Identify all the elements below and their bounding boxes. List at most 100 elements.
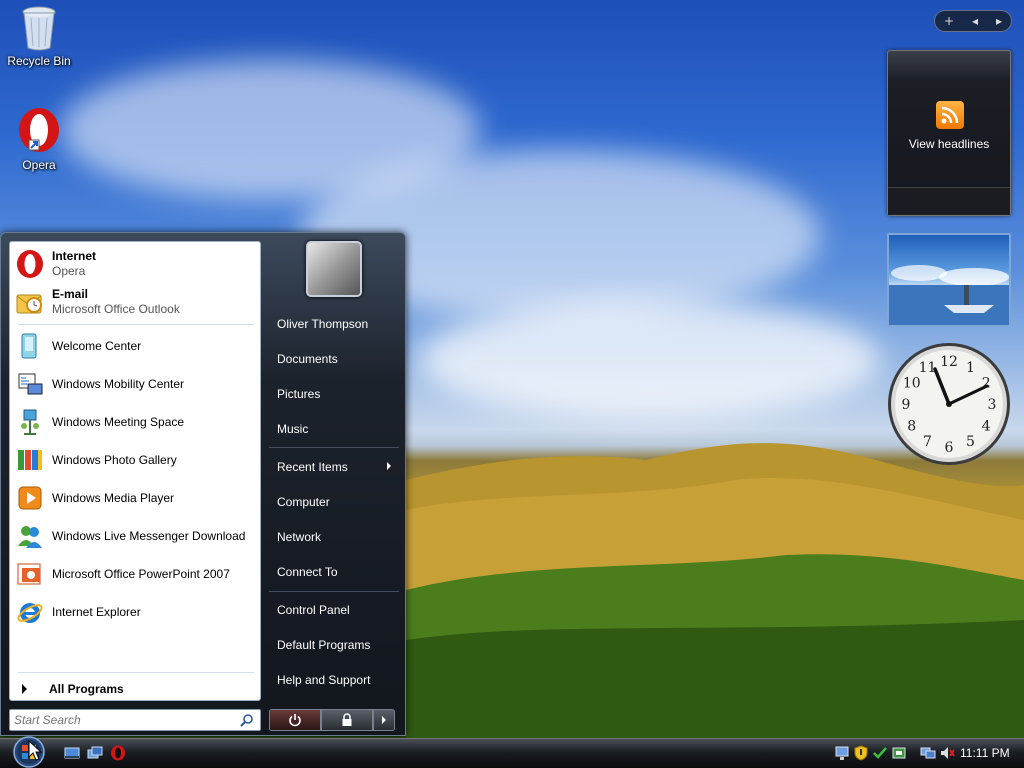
taskbar-clock[interactable]: 11:11 PM xyxy=(960,746,1010,760)
place-label: Music xyxy=(277,422,309,436)
place-network[interactable]: Network xyxy=(269,522,399,552)
pinned-email-title: E-mail xyxy=(52,287,89,301)
place-label: Pictures xyxy=(277,387,321,401)
security-icon[interactable] xyxy=(853,745,869,761)
landscape-hills xyxy=(406,443,1024,740)
place-computer[interactable]: Computer xyxy=(269,487,399,517)
program-mobility-center[interactable]: Windows Mobility Center xyxy=(14,366,258,402)
update-icon[interactable] xyxy=(891,745,907,761)
add-gadget-button[interactable]: + xyxy=(944,14,954,28)
place-label: Control Panel xyxy=(277,603,350,617)
place-label: Help and Support xyxy=(277,673,371,687)
places-separator xyxy=(269,447,399,448)
place-music[interactable]: Music xyxy=(269,414,399,444)
program-label: Windows Photo Gallery xyxy=(52,452,177,467)
previous-page-button[interactable]: ◂ xyxy=(972,14,978,28)
power-options-arrow-button[interactable] xyxy=(373,709,395,731)
place-user-folder[interactable]: Oliver Thompson xyxy=(269,309,399,339)
mobility-center-icon xyxy=(14,368,46,400)
recycle-bin-icon xyxy=(22,6,56,51)
display-icon[interactable] xyxy=(920,745,936,761)
program-label: Microsoft Office PowerPoint 2007 xyxy=(52,566,230,581)
power-button[interactable] xyxy=(269,709,321,731)
opera-icon xyxy=(14,248,46,280)
recycle-bin-label: Recycle Bin xyxy=(7,54,71,68)
sidebar-controls: + ◂ ▸ xyxy=(934,10,1012,32)
place-label: Recent Items xyxy=(277,460,348,474)
all-programs-label: All Programs xyxy=(49,682,124,696)
program-label: Welcome Center xyxy=(52,338,142,353)
lock-icon xyxy=(342,713,352,726)
search-icon[interactable] xyxy=(240,713,254,727)
program-label: Windows Meeting Space xyxy=(52,414,185,429)
clock-number: 1 xyxy=(966,360,975,376)
place-help-and-support[interactable]: Help and Support xyxy=(269,665,399,695)
place-recent-items[interactable]: Recent Items xyxy=(269,452,399,482)
opera-icon xyxy=(19,108,59,152)
cloud xyxy=(420,300,880,420)
all-programs-separator xyxy=(18,672,254,673)
view-headlines-label: View headlines xyxy=(908,137,990,151)
pinned-email-subtitle: Microsoft Office Outlook xyxy=(52,302,180,316)
slideshow-gadget[interactable] xyxy=(887,233,1011,327)
next-page-button[interactable]: ▸ xyxy=(996,14,1002,28)
clock-number: 12 xyxy=(940,354,958,370)
opera-desktop-shortcut[interactable]: Opera xyxy=(1,108,77,172)
clock-number: 8 xyxy=(907,419,916,435)
photo-gallery-icon xyxy=(14,444,46,476)
volume-muted-icon[interactable] xyxy=(939,745,955,761)
clock-number: 3 xyxy=(988,397,997,413)
program-messenger[interactable]: Windows Live Messenger Download xyxy=(14,518,258,554)
clock-number: 9 xyxy=(902,397,911,413)
pinned-internet[interactable]: Internet Opera xyxy=(14,246,258,282)
network-icon[interactable] xyxy=(834,745,850,761)
slideshow-image xyxy=(889,265,1009,325)
meeting-space-icon xyxy=(14,406,46,438)
place-label: Computer xyxy=(277,495,330,509)
opera-icon[interactable] xyxy=(110,745,126,761)
start-search-input[interactable] xyxy=(14,712,234,728)
place-documents[interactable]: Documents xyxy=(269,344,399,374)
program-label: Internet Explorer xyxy=(52,604,141,619)
place-control-panel[interactable]: Control Panel xyxy=(269,595,399,625)
clock-face: 12 1234567891011 xyxy=(888,343,1010,465)
place-label: Connect To xyxy=(277,565,338,579)
windows-defender-icon[interactable] xyxy=(872,745,888,761)
feed-headlines-gadget[interactable]: View headlines xyxy=(887,50,1011,216)
pinned-email[interactable]: E-mail Microsoft Office Outlook xyxy=(14,284,258,320)
program-label: Windows Media Player xyxy=(52,490,175,505)
clock-number: 10 xyxy=(903,376,921,392)
programs-pane: Internet Opera E-mail Microsoft Office O… xyxy=(9,241,261,701)
program-internet-explorer[interactable]: Internet Explorer xyxy=(14,594,258,630)
welcome-center-icon xyxy=(14,330,46,362)
place-label: Network xyxy=(277,530,322,544)
messenger-icon xyxy=(14,520,46,552)
clock-gadget[interactable]: 12 1 2 3 4 5 6 7 8 9 10 11 xyxy=(886,341,1012,467)
submenu-arrow-icon xyxy=(387,462,391,470)
place-default-programs[interactable]: Default Programs xyxy=(269,630,399,660)
right-arrow-icon xyxy=(22,684,27,694)
switch-windows-icon[interactable] xyxy=(87,745,103,761)
program-media-player[interactable]: Windows Media Player xyxy=(14,480,258,516)
program-welcome-center[interactable]: Welcome Center xyxy=(14,328,258,364)
show-desktop-icon[interactable] xyxy=(64,745,80,761)
user-picture-avatar[interactable] xyxy=(306,241,362,297)
program-meeting-space[interactable]: Windows Meeting Space xyxy=(14,404,258,440)
rss-icon xyxy=(936,101,964,129)
internet-explorer-icon xyxy=(14,596,46,628)
place-label: Default Programs xyxy=(277,638,371,652)
place-label: Documents xyxy=(277,352,338,366)
all-programs-button[interactable]: All Programs xyxy=(14,680,258,698)
place-connect-to[interactable]: Connect To xyxy=(269,557,399,587)
mouse-cursor-icon xyxy=(28,740,42,761)
start-search-box[interactable] xyxy=(9,709,261,731)
recycle-bin-desktop-icon[interactable]: Recycle Bin xyxy=(1,4,77,68)
places-separator xyxy=(269,591,399,592)
clock-number: 11 xyxy=(919,360,937,376)
place-pictures[interactable]: Pictures xyxy=(269,379,399,409)
lock-button[interactable] xyxy=(321,709,373,731)
media-player-icon xyxy=(14,482,46,514)
program-photo-gallery[interactable]: Windows Photo Gallery xyxy=(14,442,258,478)
opera-label: Opera xyxy=(22,158,56,172)
program-powerpoint[interactable]: Microsoft Office PowerPoint 2007 xyxy=(14,556,258,592)
